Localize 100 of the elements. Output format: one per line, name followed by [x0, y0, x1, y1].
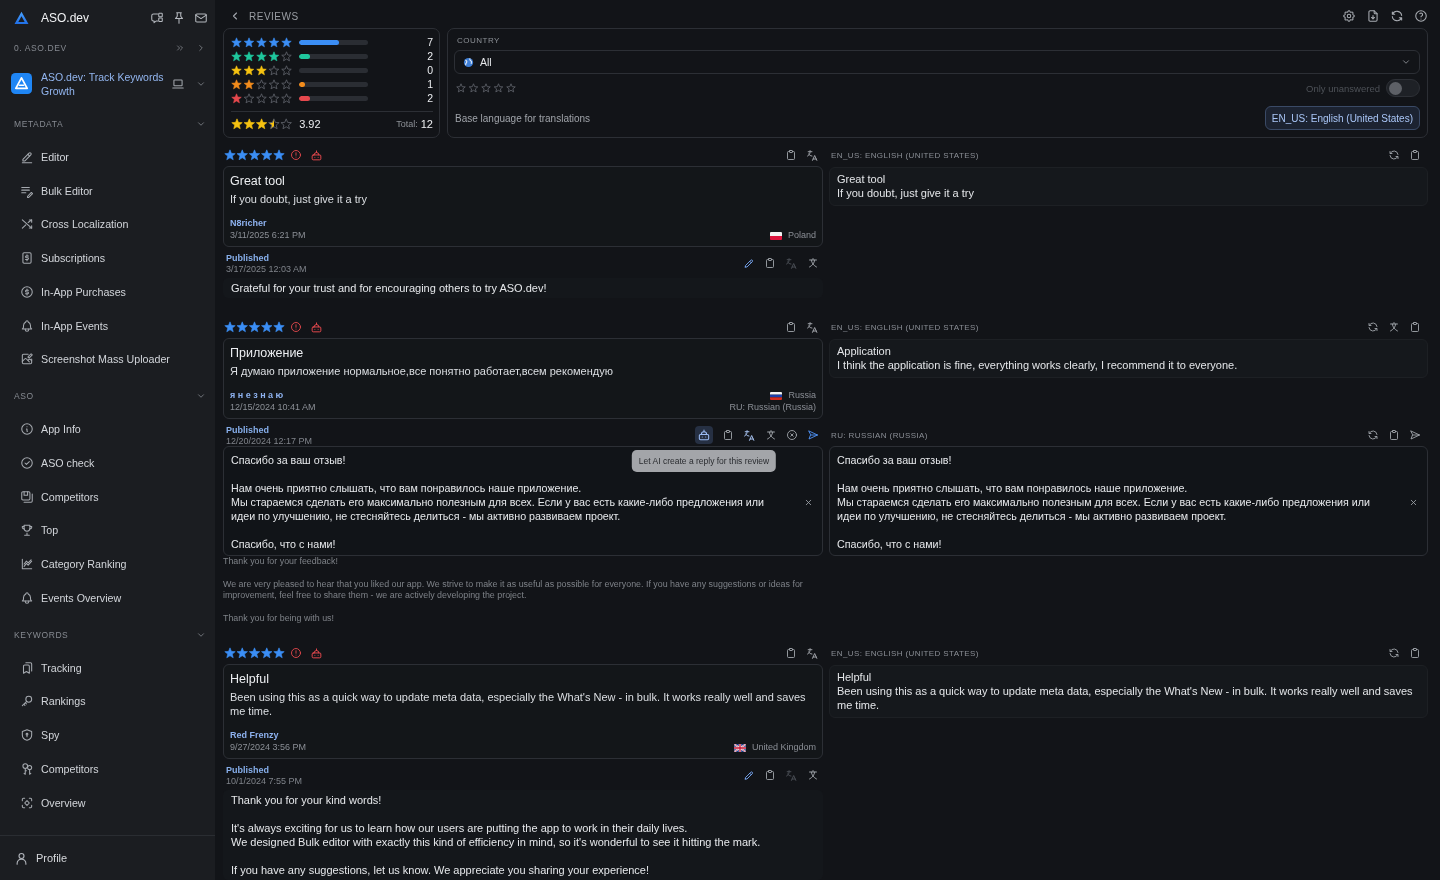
- reply-translation-field[interactable]: Спасибо за ваш отзыв! Нам очень приятно слышать, что вам понравилось наше приложение. Мы стараемся сделать его максимально полезным для всех. Если у вас есть какие-либо предложения или идеи по улучшению, не стесняйтесь делиться - мы активно развиваем проект. Спасибо, что с нами!: [829, 446, 1428, 557]
- review-date: 3/11/2025 6:21 PM: [230, 229, 306, 242]
- country-select[interactable]: All: [454, 50, 1420, 75]
- sidebar-item[interactable]: App Info: [0, 412, 215, 446]
- clipboard-icon[interactable]: [785, 149, 797, 162]
- translation-language: EN_US: ENGLISH (UNITED STATES): [831, 648, 980, 658]
- chat-bubble-icon[interactable]: [150, 10, 164, 25]
- shuffle-icon: [20, 217, 34, 232]
- reply-date: 12/20/2024 12:17 PM: [226, 436, 314, 447]
- translation-title: Great tool: [837, 172, 887, 187]
- shield-icon: [20, 728, 34, 743]
- section-header[interactable]: KEYWORDS: [0, 618, 215, 651]
- section-header[interactable]: METADATA: [0, 108, 215, 140]
- total-label: Total:: [396, 119, 418, 130]
- cancel-icon[interactable]: [786, 429, 798, 442]
- translate-icon[interactable]: [743, 428, 756, 442]
- reply-status: Published: [226, 252, 270, 265]
- refresh-icon[interactable]: [1367, 429, 1379, 442]
- translation-text: If you doubt, just give it a try: [837, 186, 975, 201]
- review-title: Приложение: [230, 345, 305, 362]
- mail-icon[interactable]: [194, 10, 208, 25]
- sidebar-item[interactable]: Tracking: [0, 650, 215, 685]
- count-label: 7: [426, 36, 433, 49]
- clipboard-icon[interactable]: [1409, 647, 1421, 659]
- bookmarks-icon: [20, 660, 34, 675]
- language-icon[interactable]: [807, 769, 819, 781]
- clipboard-icon[interactable]: [1409, 149, 1421, 162]
- sidebar-item[interactable]: ASO check: [0, 446, 215, 480]
- language-icon[interactable]: [807, 257, 819, 270]
- refresh-icon[interactable]: [1388, 647, 1400, 659]
- star-rating[interactable]: [456, 83, 516, 94]
- laptop-icon[interactable]: [171, 76, 185, 91]
- document-download-icon[interactable]: [1366, 9, 1380, 24]
- page-title: REVIEWS: [249, 10, 299, 22]
- translate-icon[interactable]: [806, 320, 819, 334]
- sidebar-item[interactable]: Top: [0, 513, 215, 548]
- translation-language: RU: RUSSIAN (RUSSIA): [831, 430, 929, 440]
- clipboard-icon[interactable]: [785, 321, 797, 334]
- flag-icon: [733, 743, 746, 752]
- translate-icon[interactable]: [806, 148, 819, 162]
- user-icon: [14, 850, 29, 866]
- count-label: 2: [426, 92, 433, 105]
- sidebar-item[interactable]: Competitors: [0, 752, 215, 786]
- sidebar-item[interactable]: Category Ranking: [0, 547, 215, 581]
- alert-circle-icon[interactable]: [290, 647, 302, 659]
- refresh-icon[interactable]: [1388, 149, 1400, 162]
- language-button[interactable]: EN_US: English (United States): [1264, 106, 1420, 131]
- clipboard-icon[interactable]: [1409, 321, 1421, 334]
- send-icon[interactable]: [1409, 429, 1421, 442]
- sidebar-item[interactable]: Rankings: [0, 684, 215, 719]
- close-icon[interactable]: [1409, 497, 1418, 507]
- pin-icon[interactable]: [172, 10, 186, 25]
- progress-track: [299, 67, 368, 73]
- flag-icon: [769, 231, 782, 240]
- review-text: Been using this as a quick way to update meta data, especially the What's New - in bulk. It works really well and saves me time.: [230, 690, 807, 718]
- clipboard-icon[interactable]: [785, 647, 797, 659]
- check-circle-icon: [20, 455, 34, 470]
- clipboard-icon[interactable]: [1388, 429, 1400, 442]
- clipboard-icon[interactable]: [764, 257, 776, 270]
- section-header[interactable]: ASO: [0, 380, 215, 413]
- sidebar-item[interactable]: Competitors: [0, 479, 215, 514]
- translate-icon[interactable]: [806, 646, 819, 660]
- image-edit-icon: [20, 352, 34, 367]
- review-title: Helpful: [230, 671, 270, 687]
- alert-circle-icon[interactable]: [290, 321, 302, 334]
- sidebar-item[interactable]: Events Overview: [0, 581, 215, 615]
- sidebar-item[interactable]: Screenshot Mass Uploader: [0, 342, 215, 377]
- chevron-right-icon[interactable]: [196, 43, 206, 53]
- review-text: If you doubt, just give it a try: [230, 192, 368, 207]
- reply-status: Published: [226, 424, 270, 437]
- line-chart-icon: [20, 557, 34, 572]
- clipboard-icon[interactable]: [764, 769, 776, 781]
- sidebar-item[interactable]: Overview: [0, 785, 215, 820]
- profile-item[interactable]: Profile: [0, 835, 215, 880]
- pencil-icon[interactable]: [743, 769, 755, 781]
- app-icon: [11, 73, 32, 94]
- keys-icon: [20, 761, 34, 776]
- sidebar-item[interactable]: Cross Localization: [0, 207, 215, 242]
- sidebar-item[interactable]: Subscriptions: [0, 241, 215, 275]
- app-name[interactable]: ASO.dev: Track Keywords Growth: [41, 69, 171, 98]
- send-icon[interactable]: [807, 429, 819, 442]
- sidebar-item[interactable]: Spy: [0, 718, 215, 752]
- sidebar-item[interactable]: In-App Events: [0, 308, 215, 343]
- settings-icon[interactable]: [1342, 9, 1356, 24]
- help-icon[interactable]: [1414, 9, 1428, 24]
- pencil-icon[interactable]: [743, 257, 755, 270]
- author-name: N8richer: [230, 218, 268, 230]
- alert-circle-icon[interactable]: [290, 149, 302, 162]
- refresh-icon[interactable]: [1367, 321, 1379, 334]
- robot-icon[interactable]: [695, 426, 713, 445]
- bell-icon: [20, 590, 34, 605]
- review-date: 12/15/2024 10:41 AM: [230, 401, 316, 414]
- clipboard-icon[interactable]: [722, 429, 734, 442]
- sidebar-item[interactable]: Editor: [0, 140, 215, 174]
- sidebar-item[interactable]: Bulk Editor: [0, 173, 215, 208]
- refresh-icon[interactable]: [1390, 9, 1404, 24]
- close-icon[interactable]: [804, 497, 813, 507]
- language-icon[interactable]: [1388, 321, 1400, 334]
- language-icon[interactable]: [765, 429, 777, 442]
- sidebar-item[interactable]: In-App Purchases: [0, 275, 215, 309]
